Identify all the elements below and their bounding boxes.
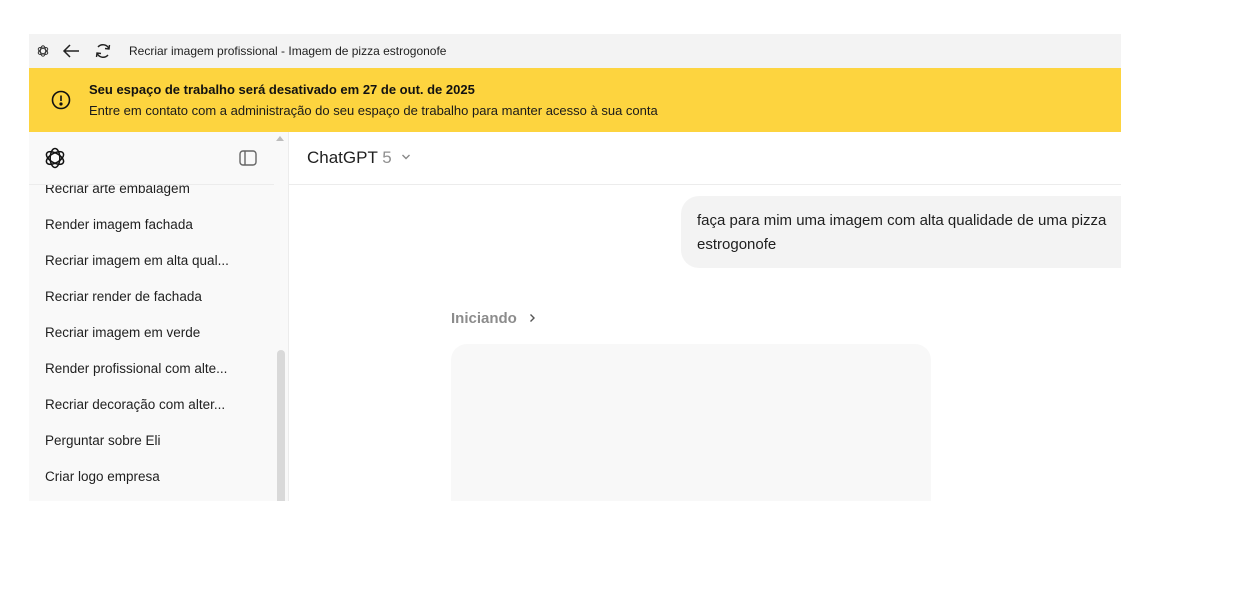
model-version: 5 xyxy=(382,148,392,167)
workspace-warning-banner: Seu espaço de trabalho será desativado e… xyxy=(29,68,1121,132)
user-message-text: faça para mim uma imagem com alta qualid… xyxy=(697,212,1107,253)
alert-circle-icon xyxy=(51,90,71,110)
sidebar-scrollbar[interactable] xyxy=(277,350,285,501)
window-title: Recriar imagem profissional - Imagem de … xyxy=(129,44,447,58)
generation-status[interactable]: Iniciando xyxy=(451,310,537,327)
sidebar-item-render-profissional[interactable]: Render profissional com alte... xyxy=(45,359,227,379)
scroll-up-arrow-icon[interactable] xyxy=(276,136,284,141)
sidebar-item-recriar-imagem-verde[interactable]: Recriar imagem em verde xyxy=(45,323,200,343)
model-selector[interactable]: ChatGPT 5 xyxy=(307,147,411,168)
chevron-right-icon xyxy=(527,310,537,322)
sidebar-item-render-imagem-fachada[interactable]: Render imagem fachada xyxy=(45,215,193,235)
back-arrow-icon[interactable] xyxy=(61,34,81,68)
chat-header: ChatGPT 5 xyxy=(289,132,1121,185)
user-message-bubble: faça para mim uma imagem com alta qualid… xyxy=(681,196,1121,268)
refresh-icon[interactable] xyxy=(93,34,113,68)
chatgpt-logo-icon xyxy=(34,34,52,68)
sidebar-item-recriar-decoracao[interactable]: Recriar decoração com alter... xyxy=(45,395,225,415)
title-bar: Recriar imagem profissional - Imagem de … xyxy=(29,34,1121,68)
app-window: Recriar imagem profissional - Imagem de … xyxy=(29,34,1121,501)
sidebar-item-recriar-arte-embalagem[interactable]: Recriar arte embalagem xyxy=(45,185,190,199)
model-name: ChatGPT xyxy=(307,148,378,167)
banner-text: Entre em contato com a administração do … xyxy=(89,103,658,118)
sidebar-item-criar-logo-empresa[interactable]: Criar logo empresa xyxy=(45,467,160,487)
chevron-down-icon xyxy=(401,147,411,160)
conversation-list: Recriar arte embalagem Render imagem fac… xyxy=(29,185,274,501)
sidebar: Recriar arte embalagem Render imagem fac… xyxy=(29,132,289,501)
chatgpt-logo-icon[interactable] xyxy=(43,146,67,170)
sidebar-toggle-icon[interactable] xyxy=(238,149,258,167)
image-placeholder xyxy=(451,344,931,501)
sidebar-item-perguntar-sobre-eli[interactable]: Perguntar sobre Eli xyxy=(45,431,161,451)
chat-area: ChatGPT 5 faça para mim uma imagem com a… xyxy=(289,132,1121,501)
status-text: Iniciando xyxy=(451,310,517,327)
banner-title: Seu espaço de trabalho será desativado e… xyxy=(89,82,475,97)
sidebar-item-recriar-render-fachada[interactable]: Recriar render de fachada xyxy=(45,287,202,307)
sidebar-item-recriar-imagem-alta-qualidade[interactable]: Recriar imagem em alta qual... xyxy=(45,251,229,271)
